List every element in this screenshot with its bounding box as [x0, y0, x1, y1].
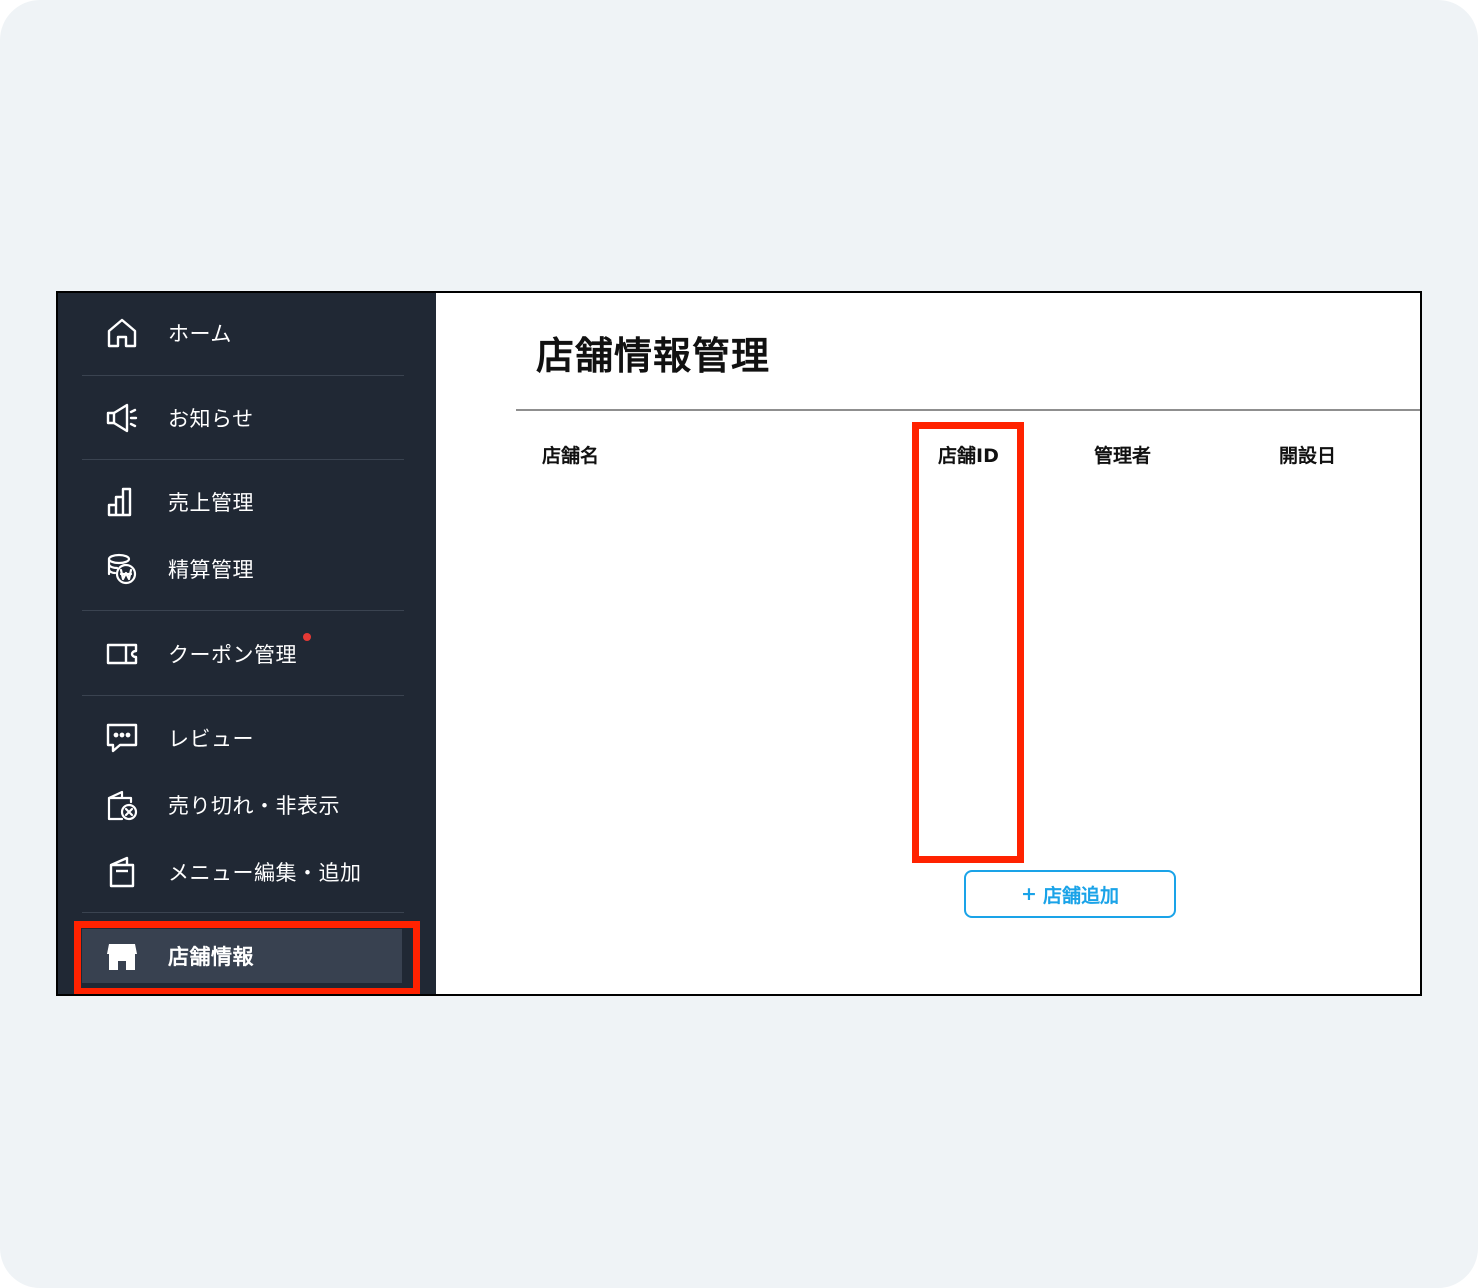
sidebar-item-label-text: クーポン管理	[168, 643, 297, 667]
sidebar-item-label: ホーム	[168, 322, 232, 346]
sidebar-divider	[82, 375, 404, 376]
sold-out-icon	[104, 787, 140, 823]
column-header-opening-date: 開設日	[1279, 445, 1337, 467]
sidebar-divider	[82, 695, 404, 696]
notification-dot	[303, 633, 311, 641]
sidebar-item-coupon[interactable]: クーポン管理	[104, 629, 404, 679]
sidebar-item-label: クーポン管理	[168, 633, 311, 669]
megaphone-icon	[104, 400, 140, 436]
sidebar-item-notices[interactable]: お知らせ	[104, 393, 404, 443]
sidebar-item-home[interactable]: ホーム	[104, 308, 404, 358]
coupon-icon	[104, 636, 140, 672]
sidebar-item-label: レビュー	[168, 727, 254, 751]
bar-chart-icon	[104, 484, 140, 520]
screenshot-background: ホーム お知らせ 売上管理 精算管理 クーポン管理 レビュー 売り切れ・非表示 …	[0, 0, 1478, 1288]
plus-icon: +	[1021, 883, 1037, 905]
sidebar-divider	[82, 610, 404, 611]
sidebar-item-reviews[interactable]: レビュー	[104, 713, 404, 763]
column-header-manager: 管理者	[1094, 445, 1152, 467]
sidebar-item-label: 売り切れ・非表示	[168, 794, 340, 818]
sidebar-item-sales[interactable]: 売上管理	[104, 477, 404, 527]
sidebar: ホーム お知らせ 売上管理 精算管理 クーポン管理 レビュー 売り切れ・非表示 …	[58, 293, 436, 994]
menu-book-icon	[104, 854, 140, 890]
sidebar-divider	[82, 459, 404, 460]
add-store-button[interactable]: + 店舗追加	[964, 870, 1176, 918]
settlement-icon	[104, 551, 140, 587]
highlight-box-store-id-column	[912, 422, 1024, 863]
app-window: ホーム お知らせ 売上管理 精算管理 クーポン管理 レビュー 売り切れ・非表示 …	[56, 291, 1422, 996]
sidebar-item-label: 精算管理	[168, 558, 254, 582]
page-title: 店舗情報管理	[536, 334, 771, 378]
sidebar-item-settlement[interactable]: 精算管理	[104, 544, 404, 594]
add-store-label: 店舗追加	[1042, 884, 1119, 907]
sidebar-item-menu-edit[interactable]: メニュー編集・追加	[104, 847, 404, 897]
main-content: 店舗情報管理 店舗名 店舗ID 管理者 開設日 + 店舗追加	[436, 293, 1420, 994]
home-icon	[104, 315, 140, 351]
sidebar-item-label: メニュー編集・追加	[168, 861, 362, 885]
sidebar-item-label: 売上管理	[168, 491, 254, 515]
header-divider	[516, 409, 1420, 411]
column-header-store-name: 店舗名	[542, 445, 600, 467]
sidebar-divider	[82, 912, 404, 913]
highlight-box-sidebar	[74, 921, 420, 994]
sidebar-item-sold-out[interactable]: 売り切れ・非表示	[104, 780, 404, 830]
sidebar-item-label: お知らせ	[168, 407, 254, 431]
review-chat-icon	[104, 720, 140, 756]
